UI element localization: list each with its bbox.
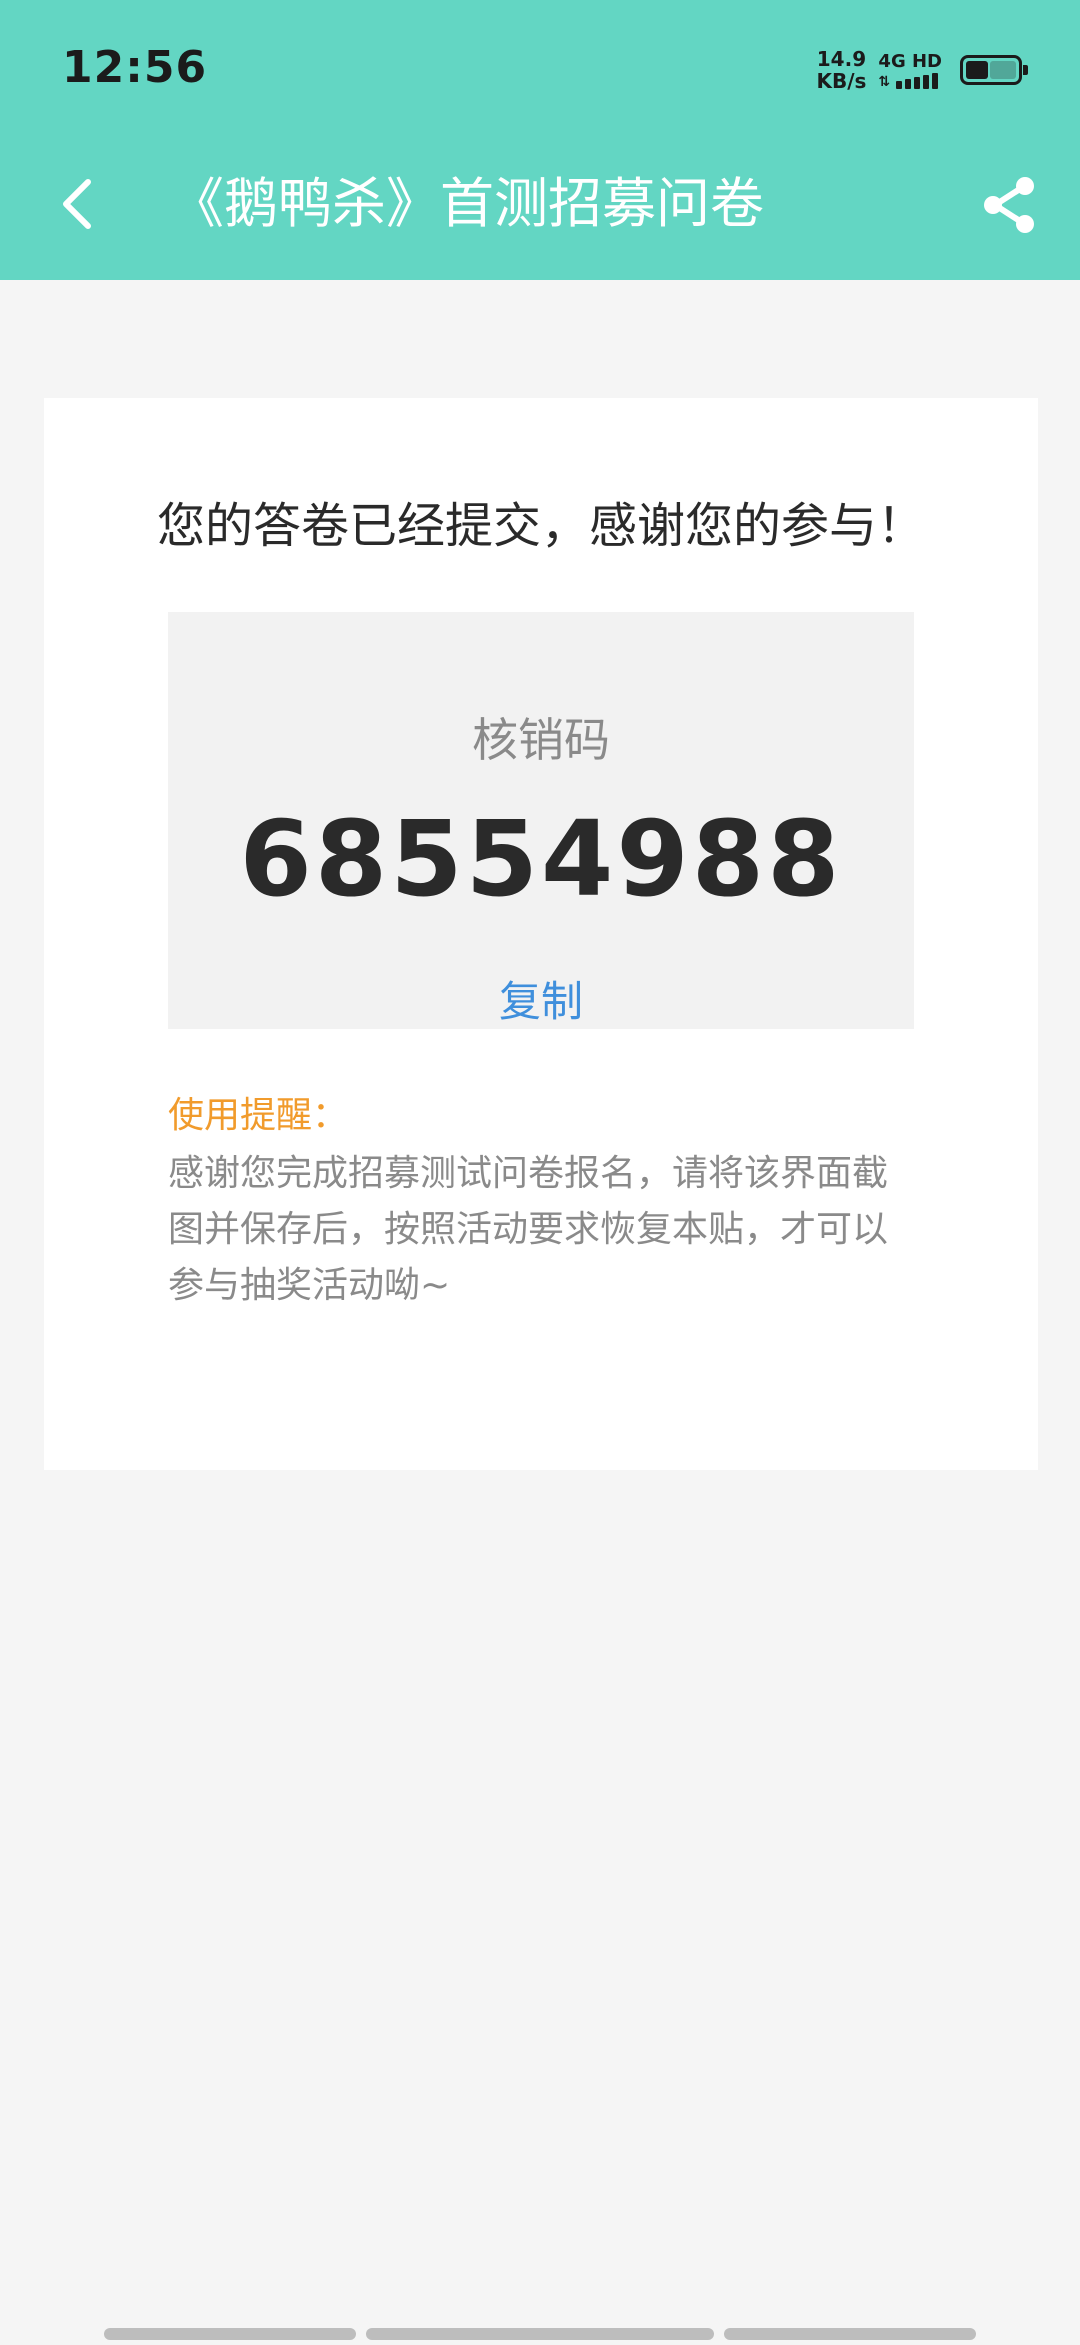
- back-button[interactable]: [48, 168, 108, 240]
- status-time: 12:56: [62, 42, 208, 93]
- status-indicators: 14.9 KB/s 4G HD ⇅: [816, 48, 1028, 92]
- battery-icon: [960, 55, 1028, 85]
- share-icon: [984, 177, 1034, 233]
- share-button[interactable]: [974, 170, 1044, 240]
- network-speed-unit: KB/s: [816, 69, 867, 93]
- redemption-code-label: 核销码: [472, 713, 610, 767]
- network-speed: 14.9 KB/s: [816, 48, 866, 92]
- usage-reminder-title: 使用提醒：: [168, 1095, 349, 1136]
- app-header: 12:56 14.9 KB/s 4G HD ⇅ 《鹅鸭杀》首测招募问卷: [0, 0, 1080, 280]
- signal-indicator: 4G HD ⇅: [878, 51, 942, 89]
- result-card: 您的答卷已经提交，感谢您的参与！ 核销码 68554988 复制 使用提醒： 感…: [44, 398, 1038, 1470]
- gesture-navigation-bar[interactable]: [0, 2328, 1080, 2340]
- back-arrow-icon: [63, 179, 91, 229]
- copy-button[interactable]: 复制: [168, 968, 914, 1029]
- network-speed-value: 14.9: [816, 47, 867, 71]
- redemption-code-value: 68554988: [239, 798, 843, 920]
- usage-reminder-text: 感谢您完成招募测试问卷报名，请将该界面截图并保存后，按照活动要求恢复本贴，才可以…: [168, 1153, 889, 1306]
- signal-bars-icon: ⇅: [878, 73, 939, 89]
- page-title: 《鹅鸭杀》首测招募问卷: [170, 172, 764, 235]
- redemption-code-box: 核销码 68554988 复制: [168, 612, 914, 1029]
- network-type: 4G HD: [878, 51, 942, 72]
- submission-message: 您的答卷已经提交，感谢您的参与！: [156, 498, 925, 554]
